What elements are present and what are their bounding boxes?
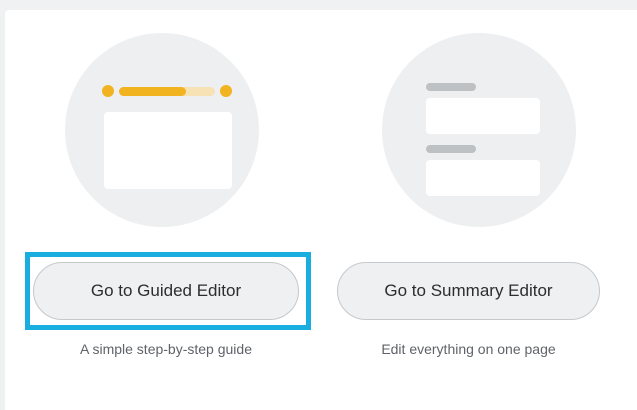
summary-label-bar-icon [426, 145, 476, 153]
guided-editor-caption: A simple step-by-step guide [80, 341, 252, 357]
go-to-guided-editor-button[interactable]: Go to Guided Editor [33, 262, 299, 320]
summary-field-box-icon [426, 98, 540, 134]
summary-label-bar-icon [426, 83, 476, 91]
go-to-summary-editor-button[interactable]: Go to Summary Editor [337, 262, 600, 320]
progress-fill [119, 87, 187, 96]
progress-start-dot-icon [102, 85, 114, 97]
summary-editor-caption: Edit everything on one page [381, 341, 556, 357]
summary-field-box-icon [426, 160, 540, 196]
progress-end-dot-icon [220, 85, 232, 97]
guided-window-icon [104, 112, 232, 189]
progress-track [119, 87, 215, 96]
